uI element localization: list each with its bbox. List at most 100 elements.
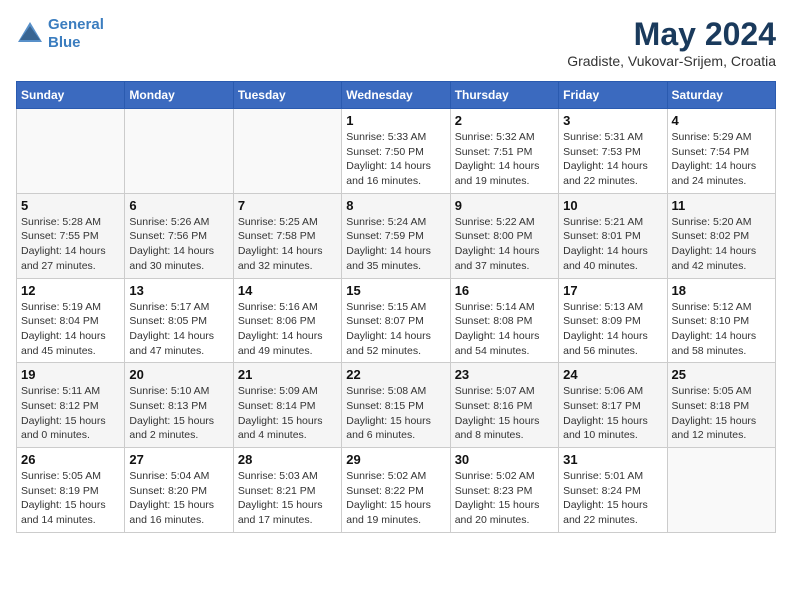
day-number: 2 [455,113,554,128]
week-row-5: 26Sunrise: 5:05 AM Sunset: 8:19 PM Dayli… [17,448,776,533]
day-number: 28 [238,452,337,467]
day-info: Sunrise: 5:01 AM Sunset: 8:24 PM Dayligh… [563,469,662,528]
logo-text: General Blue [48,16,104,52]
calendar-table: SundayMondayTuesdayWednesdayThursdayFrid… [16,81,776,533]
page-header: General Blue May 2024 Gradiste, Vukovar-… [16,16,776,69]
day-info: Sunrise: 5:16 AM Sunset: 8:06 PM Dayligh… [238,300,337,359]
day-info: Sunrise: 5:17 AM Sunset: 8:05 PM Dayligh… [129,300,228,359]
day-number: 20 [129,367,228,382]
day-cell: 17 Sunrise: 5:13 AM Sunset: 8:09 PM Dayli… [559,278,667,363]
day-cell: 6 Sunrise: 5:26 AM Sunset: 7:56 PM Daylig… [125,193,233,278]
day-cell: 8 Sunrise: 5:24 AM Sunset: 7:59 PM Daylig… [342,193,450,278]
col-header-tuesday: Tuesday [233,82,341,109]
day-cell: 7 Sunrise: 5:25 AM Sunset: 7:58 PM Daylig… [233,193,341,278]
day-cell: 12 Sunrise: 5:19 AM Sunset: 8:04 PM Dayli… [17,278,125,363]
day-number: 23 [455,367,554,382]
day-cell [125,109,233,194]
day-info: Sunrise: 5:05 AM Sunset: 8:18 PM Dayligh… [672,384,771,443]
day-info: Sunrise: 5:05 AM Sunset: 8:19 PM Dayligh… [21,469,120,528]
day-number: 7 [238,198,337,213]
logo: General Blue [16,16,104,52]
day-info: Sunrise: 5:21 AM Sunset: 8:01 PM Dayligh… [563,215,662,274]
day-number: 29 [346,452,445,467]
day-cell: 29Sunrise: 5:02 AM Sunset: 8:22 PM Dayli… [342,448,450,533]
day-info: Sunrise: 5:07 AM Sunset: 8:16 PM Dayligh… [455,384,554,443]
day-number: 1 [346,113,445,128]
day-number: 14 [238,283,337,298]
day-number: 9 [455,198,554,213]
day-cell: 27Sunrise: 5:04 AM Sunset: 8:20 PM Dayli… [125,448,233,533]
day-number: 11 [672,198,771,213]
day-cell: 18Sunrise: 5:12 AM Sunset: 8:10 PM Dayli… [667,278,775,363]
day-number: 6 [129,198,228,213]
day-info: Sunrise: 5:19 AM Sunset: 8:04 PM Dayligh… [21,300,120,359]
day-number: 24 [563,367,662,382]
day-number: 21 [238,367,337,382]
day-cell: 9 Sunrise: 5:22 AM Sunset: 8:00 PM Daylig… [450,193,558,278]
title-section: May 2024 Gradiste, Vukovar-Srijem, Croat… [567,16,776,69]
day-info: Sunrise: 5:08 AM Sunset: 8:15 PM Dayligh… [346,384,445,443]
day-number: 15 [346,283,445,298]
week-row-3: 12 Sunrise: 5:19 AM Sunset: 8:04 PM Dayli… [17,278,776,363]
day-cell: 13 Sunrise: 5:17 AM Sunset: 8:05 PM Dayli… [125,278,233,363]
day-cell: 21 Sunrise: 5:09 AM Sunset: 8:14 PM Dayli… [233,363,341,448]
day-cell: 31 Sunrise: 5:01 AM Sunset: 8:24 PM Dayli… [559,448,667,533]
day-info: Sunrise: 5:13 AM Sunset: 8:09 PM Dayligh… [563,300,662,359]
day-info: Sunrise: 5:31 AM Sunset: 7:53 PM Dayligh… [563,130,662,189]
day-cell: 28 Sunrise: 5:03 AM Sunset: 8:21 PM Dayli… [233,448,341,533]
day-number: 4 [672,113,771,128]
day-number: 31 [563,452,662,467]
col-header-saturday: Saturday [667,82,775,109]
day-number: 12 [21,283,120,298]
col-header-sunday: Sunday [17,82,125,109]
day-number: 13 [129,283,228,298]
logo-icon [16,20,44,48]
day-number: 30 [455,452,554,467]
day-number: 3 [563,113,662,128]
day-info: Sunrise: 5:02 AM Sunset: 8:23 PM Dayligh… [455,469,554,528]
day-info: Sunrise: 5:09 AM Sunset: 8:14 PM Dayligh… [238,384,337,443]
day-info: Sunrise: 5:32 AM Sunset: 7:51 PM Dayligh… [455,130,554,189]
day-cell: 20 Sunrise: 5:10 AM Sunset: 8:13 PM Dayli… [125,363,233,448]
day-info: Sunrise: 5:26 AM Sunset: 7:56 PM Dayligh… [129,215,228,274]
day-cell: 25 Sunrise: 5:05 AM Sunset: 8:18 PM Dayli… [667,363,775,448]
day-info: Sunrise: 5:33 AM Sunset: 7:50 PM Dayligh… [346,130,445,189]
day-cell: 30 Sunrise: 5:02 AM Sunset: 8:23 PM Dayli… [450,448,558,533]
day-number: 5 [21,198,120,213]
day-number: 25 [672,367,771,382]
day-cell [233,109,341,194]
calendar-header: SundayMondayTuesdayWednesdayThursdayFrid… [17,82,776,109]
col-header-friday: Friday [559,82,667,109]
day-cell [17,109,125,194]
week-row-2: 5Sunrise: 5:28 AM Sunset: 7:55 PM Daylig… [17,193,776,278]
day-cell: 5Sunrise: 5:28 AM Sunset: 7:55 PM Daylig… [17,193,125,278]
day-info: Sunrise: 5:11 AM Sunset: 8:12 PM Dayligh… [21,384,120,443]
day-cell: 10Sunrise: 5:21 AM Sunset: 8:01 PM Dayli… [559,193,667,278]
day-cell: 24 Sunrise: 5:06 AM Sunset: 8:17 PM Dayli… [559,363,667,448]
location: Gradiste, Vukovar-Srijem, Croatia [567,53,776,69]
day-info: Sunrise: 5:03 AM Sunset: 8:21 PM Dayligh… [238,469,337,528]
col-header-wednesday: Wednesday [342,82,450,109]
day-cell: 23 Sunrise: 5:07 AM Sunset: 8:16 PM Dayli… [450,363,558,448]
day-number: 8 [346,198,445,213]
month-title: May 2024 [567,16,776,53]
day-cell: 1 Sunrise: 5:33 AM Sunset: 7:50 PM Daylig… [342,109,450,194]
day-info: Sunrise: 5:24 AM Sunset: 7:59 PM Dayligh… [346,215,445,274]
day-cell: 2 Sunrise: 5:32 AM Sunset: 7:51 PM Daylig… [450,109,558,194]
day-number: 22 [346,367,445,382]
day-info: Sunrise: 5:06 AM Sunset: 8:17 PM Dayligh… [563,384,662,443]
day-info: Sunrise: 5:10 AM Sunset: 8:13 PM Dayligh… [129,384,228,443]
day-number: 27 [129,452,228,467]
day-number: 17 [563,283,662,298]
day-cell: 3 Sunrise: 5:31 AM Sunset: 7:53 PM Daylig… [559,109,667,194]
day-info: Sunrise: 5:29 AM Sunset: 7:54 PM Dayligh… [672,130,771,189]
day-info: Sunrise: 5:20 AM Sunset: 8:02 PM Dayligh… [672,215,771,274]
week-row-1: 1 Sunrise: 5:33 AM Sunset: 7:50 PM Daylig… [17,109,776,194]
day-info: Sunrise: 5:22 AM Sunset: 8:00 PM Dayligh… [455,215,554,274]
day-info: Sunrise: 5:14 AM Sunset: 8:08 PM Dayligh… [455,300,554,359]
day-cell: 26Sunrise: 5:05 AM Sunset: 8:19 PM Dayli… [17,448,125,533]
day-info: Sunrise: 5:15 AM Sunset: 8:07 PM Dayligh… [346,300,445,359]
day-cell: 11 Sunrise: 5:20 AM Sunset: 8:02 PM Dayli… [667,193,775,278]
day-info: Sunrise: 5:25 AM Sunset: 7:58 PM Dayligh… [238,215,337,274]
week-row-4: 19Sunrise: 5:11 AM Sunset: 8:12 PM Dayli… [17,363,776,448]
